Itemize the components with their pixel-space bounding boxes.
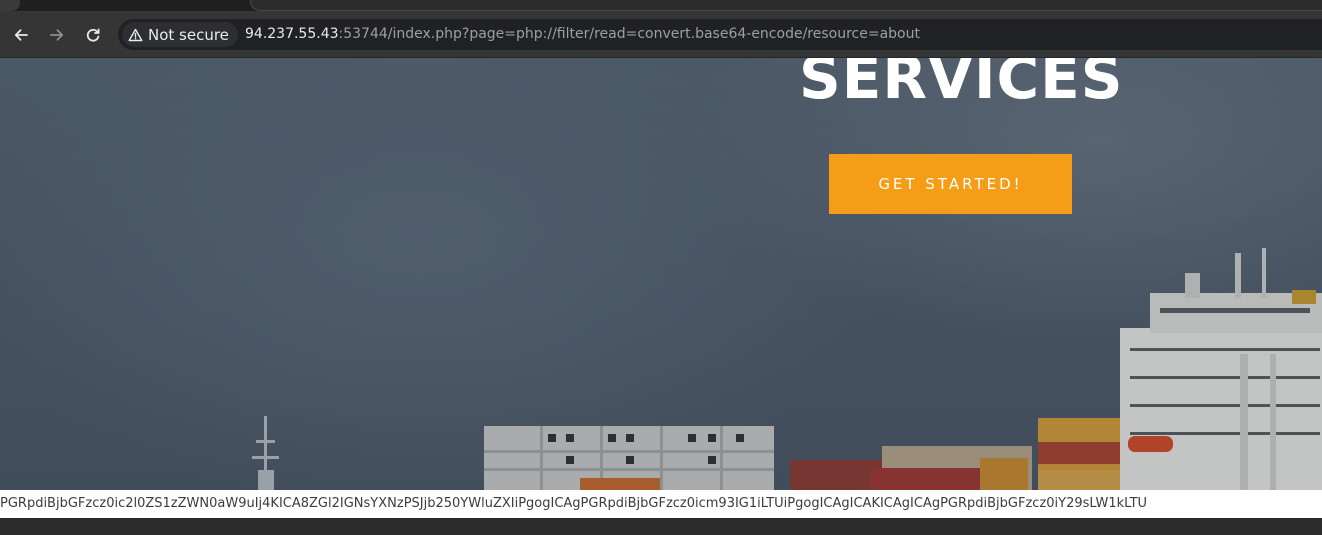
- base64-output: PGRpdiBjbGFzcz0ic2l0ZS1zZWN0aW9uIj4KICA8…: [0, 490, 1322, 518]
- browser-toolbar: Not secure 94.237.55.43:53744/index.php?…: [0, 11, 1322, 58]
- back-arrow-icon: [14, 29, 28, 41]
- tab-strip: [0, 0, 1322, 11]
- url-path: :53744/index.php?page=php://filter/read=…: [338, 26, 920, 42]
- security-label: Not secure: [148, 25, 229, 44]
- reload-button[interactable]: [80, 22, 106, 48]
- warning-triangle-icon: [128, 28, 143, 41]
- url-host: 94.237.55.43: [245, 26, 339, 42]
- hero-title: SERVICES: [799, 58, 1124, 112]
- url-text[interactable]: 94.237.55.43:53744/index.php?page=php://…: [245, 19, 920, 50]
- tab-right[interactable]: [250, 0, 1322, 11]
- tab-left[interactable]: [0, 0, 20, 11]
- page-footer-bar: [0, 518, 1322, 535]
- address-bar[interactable]: Not secure 94.237.55.43:53744/index.php?…: [118, 19, 1322, 50]
- hero-overlay: [0, 58, 1322, 490]
- hero-section: SERVICES GET STARTED!: [0, 58, 1322, 490]
- get-started-button[interactable]: GET STARTED!: [829, 154, 1072, 214]
- forward-arrow-icon: [50, 29, 64, 41]
- reload-icon: [86, 28, 100, 42]
- security-indicator[interactable]: Not secure: [122, 22, 238, 47]
- back-button[interactable]: [8, 22, 34, 48]
- forward-button[interactable]: [44, 22, 70, 48]
